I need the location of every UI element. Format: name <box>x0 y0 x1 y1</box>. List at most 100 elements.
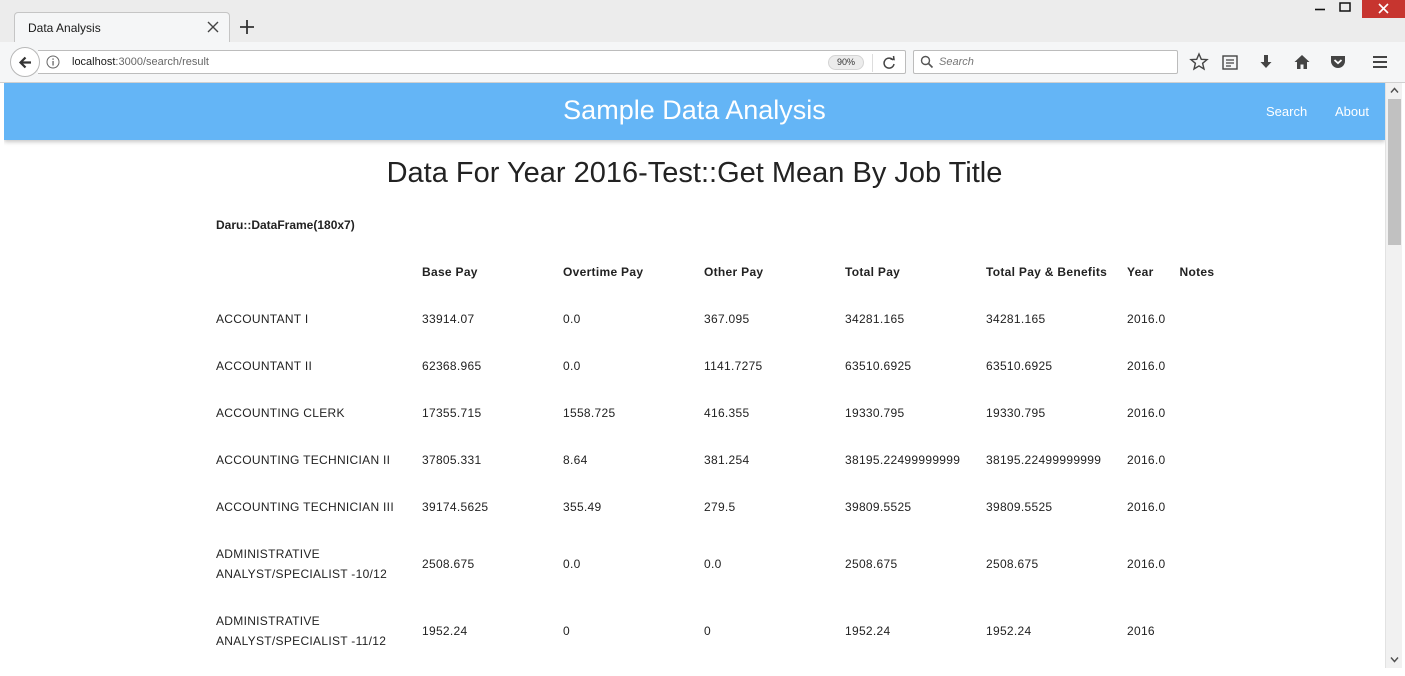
scroll-down-arrow-icon[interactable] <box>1390 655 1399 664</box>
app-brand[interactable]: Sample Data Analysis <box>4 95 1385 126</box>
url-path: :3000/search/result <box>115 56 209 68</box>
table-cell: 2016.0 <box>1127 358 1166 373</box>
table-cell: 62368.965 <box>422 358 482 373</box>
back-arrow-icon <box>18 56 31 69</box>
table-cell: 19330.795 <box>845 405 905 420</box>
table-row: ACCOUNTING TECHNICIAN III 39174.5625 355… <box>209 483 1233 530</box>
table-cell: 39809.5525 <box>845 499 912 514</box>
browser-tab[interactable]: Data Analysis <box>14 12 230 43</box>
table-cell: 279.5 <box>704 499 736 514</box>
table-cell: 39174.5625 <box>422 499 489 514</box>
table-row: ADMINISTRATIVE ANALYST/SPECIALIST -10/12… <box>209 530 1233 597</box>
column-header: Total Pay <box>845 264 901 279</box>
table-cell: ACCOUNTING CLERK <box>216 405 345 420</box>
table-cell: 63510.6925 <box>845 358 912 373</box>
table-header-row: Base Pay Overtime Pay Other Pay Total Pa… <box>209 248 1233 295</box>
table-cell <box>1173 597 1233 664</box>
url-host: localhost <box>72 56 116 68</box>
data-table: Base Pay Overtime Pay Other Pay Total Pa… <box>209 248 1233 664</box>
table-cell: 33914.07 <box>422 311 475 326</box>
table-cell: ACCOUNTANT II <box>216 358 313 373</box>
table-cell: 0.0 <box>563 358 581 373</box>
table-cell: 34281.165 <box>845 311 905 326</box>
table-cell <box>1173 342 1233 389</box>
reading-list-icon[interactable] <box>1220 52 1240 72</box>
reload-icon[interactable] <box>880 54 898 72</box>
browser-titlebar: Data Analysis <box>0 0 1405 43</box>
downloads-icon[interactable] <box>1256 52 1276 72</box>
page-title: Data For Year 2016-Test::Get Mean By Job… <box>386 157 1003 189</box>
dataframe-label: Daru::DataFrame(180x7) <box>216 218 355 232</box>
column-header: Total Pay & Benefits <box>986 264 1108 279</box>
table-cell <box>1173 530 1233 597</box>
zoom-level-badge[interactable]: 90% <box>828 55 864 70</box>
column-header: Base Pay <box>422 264 478 279</box>
table-cell: 39809.5525 <box>986 499 1053 514</box>
table-cell: 34281.165 <box>986 311 1046 326</box>
maximize-window-icon[interactable] <box>1330 0 1360 18</box>
table-row: ACCOUNTANT I 33914.07 0.0 367.095 34281.… <box>209 295 1233 342</box>
table-cell: 381.254 <box>704 452 750 467</box>
close-window-icon[interactable] <box>1362 0 1405 18</box>
table-cell: 1952.24 <box>986 623 1032 638</box>
table-cell <box>1173 295 1233 342</box>
column-header: Overtime Pay <box>563 264 644 279</box>
scrollbar-thumb[interactable] <box>1388 99 1401 245</box>
back-button[interactable] <box>10 47 40 77</box>
address-bar[interactable]: localhost:3000/search/result 90% <box>38 50 906 74</box>
table-cell: 0.0 <box>704 556 722 571</box>
table-cell: 8.64 <box>563 452 588 467</box>
nav-link-search[interactable]: Search <box>1266 104 1307 119</box>
bookmark-star-icon[interactable] <box>1189 52 1209 72</box>
table-cell: 2508.675 <box>986 556 1039 571</box>
column-header: Other Pay <box>704 264 764 279</box>
search-box[interactable]: Search <box>913 50 1178 74</box>
page-viewport: Sample Data Analysis Search About Data F… <box>4 83 1385 676</box>
menu-hamburger-icon[interactable] <box>1370 52 1390 72</box>
table-cell: 0.0 <box>563 556 581 571</box>
home-icon[interactable] <box>1292 52 1312 72</box>
table-cell: 1558.725 <box>563 405 616 420</box>
table-row: ADMINISTRATIVE ANALYST/SPECIALIST -11/12… <box>209 597 1233 664</box>
pocket-icon[interactable] <box>1328 52 1348 72</box>
table-cell: ACCOUNTING TECHNICIAN II <box>216 452 391 467</box>
table-cell: 2508.675 <box>845 556 898 571</box>
search-icon <box>920 55 934 69</box>
table-cell: 2508.675 <box>422 556 475 571</box>
table-cell: 1952.24 <box>845 623 891 638</box>
table-cell: ADMINISTRATIVE ANALYST/SPECIALIST -11/12 <box>216 613 387 648</box>
table-row: ACCOUNTING CLERK 17355.715 1558.725 416.… <box>209 389 1233 436</box>
table-cell: ADMINISTRATIVE ANALYST/SPECIALIST -10/12 <box>216 546 388 581</box>
table-cell <box>1173 436 1233 483</box>
table-cell: 2016.0 <box>1127 556 1166 571</box>
table-cell: 17355.715 <box>422 405 482 420</box>
table-row: ACCOUNTANT II 62368.965 0.0 1141.7275 63… <box>209 342 1233 389</box>
table-cell: 367.095 <box>704 311 750 326</box>
table-cell: 2016.0 <box>1127 405 1166 420</box>
table-cell: 63510.6925 <box>986 358 1053 373</box>
table-cell: 2016.0 <box>1127 499 1166 514</box>
table-cell: 2016.0 <box>1127 452 1166 467</box>
page-scrollbar[interactable] <box>1385 83 1402 668</box>
column-header: Year <box>1127 264 1154 279</box>
table-cell: 0 <box>704 623 711 638</box>
table-cell <box>1173 483 1233 530</box>
table-cell: 19330.795 <box>986 405 1046 420</box>
search-placeholder: Search <box>939 56 974 68</box>
table-row: ACCOUNTING TECHNICIAN II 37805.331 8.64 … <box>209 436 1233 483</box>
url-separator <box>872 54 873 72</box>
table-cell: 1141.7275 <box>704 358 763 373</box>
table-cell: ACCOUNTANT I <box>216 311 309 326</box>
table-cell: 38195.22499999999 <box>986 452 1102 467</box>
close-tab-icon[interactable] <box>205 19 221 35</box>
app-header: Sample Data Analysis Search About <box>4 83 1385 140</box>
scroll-up-arrow-icon[interactable] <box>1390 86 1399 95</box>
url-text[interactable]: localhost:3000/search/result <box>72 56 209 68</box>
column-header: Notes <box>1179 264 1215 279</box>
nav-link-about[interactable]: About <box>1335 104 1369 119</box>
new-tab-icon[interactable] <box>238 18 256 36</box>
site-info-icon[interactable] <box>46 55 60 69</box>
table-cell <box>1173 389 1233 436</box>
table-cell: 1952.24 <box>422 623 468 638</box>
table-cell: ACCOUNTING TECHNICIAN III <box>216 499 394 514</box>
